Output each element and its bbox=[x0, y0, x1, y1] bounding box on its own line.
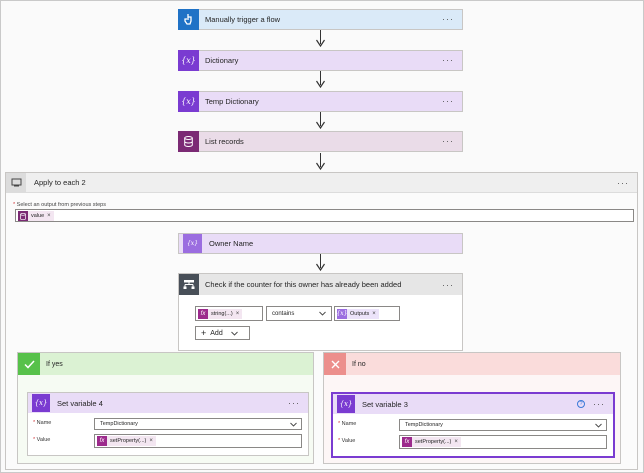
more-options-icon[interactable]: ··· bbox=[288, 398, 300, 408]
more-options-icon[interactable]: ··· bbox=[442, 137, 454, 146]
outputs-token[interactable]: {x} Outputs × bbox=[336, 308, 379, 319]
temp-dictionary-card[interactable]: {x} Temp Dictionary ··· bbox=[178, 90, 463, 112]
chevron-down-icon bbox=[595, 423, 602, 428]
setproperty-token[interactable]: fx setProperty(...) × bbox=[402, 437, 461, 447]
help-icon[interactable]: ? bbox=[577, 400, 585, 408]
connector-arrow bbox=[316, 153, 326, 171]
if-no-title: If no bbox=[352, 360, 366, 368]
remove-token-icon[interactable]: × bbox=[47, 213, 51, 219]
variable-icon: {x} bbox=[178, 90, 199, 112]
trigger-title: Manually trigger a flow bbox=[205, 15, 281, 24]
condition-header[interactable]: Check if the counter for this owner has … bbox=[179, 274, 462, 295]
if-yes-title: If yes bbox=[46, 360, 63, 368]
add-label: Add bbox=[210, 329, 223, 337]
condition-left-input[interactable]: fx string(...) × bbox=[195, 306, 263, 321]
checkmark-icon bbox=[18, 353, 40, 375]
more-options-icon[interactable]: ··· bbox=[442, 97, 454, 106]
close-icon bbox=[324, 353, 346, 375]
operator-dropdown[interactable]: contains bbox=[266, 306, 332, 321]
value-input[interactable]: fx setProperty(...) × bbox=[94, 434, 302, 448]
set-variable-3-title: Set variable 3 bbox=[362, 399, 408, 409]
owner-name-card[interactable]: {x} Owner Name bbox=[178, 233, 463, 254]
list-records-title: List records bbox=[205, 137, 244, 146]
more-options-icon[interactable]: ··· bbox=[617, 178, 629, 188]
set-variable-4-title: Set variable 4 bbox=[57, 398, 103, 408]
remove-token-icon[interactable]: × bbox=[372, 311, 376, 317]
connector-arrow bbox=[316, 254, 326, 272]
apply-to-each-title: Apply to each 2 bbox=[34, 178, 86, 187]
variable-icon: {x} bbox=[178, 49, 199, 71]
condition-right-input[interactable]: {x} Outputs × bbox=[334, 306, 400, 321]
dictionary-title: Dictionary bbox=[205, 56, 239, 65]
name-value: TempDictionary bbox=[100, 421, 138, 427]
if-yes-branch: If yes {x} Set variable 4 ··· * Name Tem… bbox=[17, 352, 314, 464]
if-no-branch: If no {x} Set variable 3 ? ··· * Name Te… bbox=[323, 352, 621, 464]
chevron-down-icon bbox=[290, 422, 297, 427]
outputs-token-label: Outputs bbox=[350, 310, 370, 317]
set-variable-3-card: {x} Set variable 3 ? ··· * Name TempDict… bbox=[331, 392, 615, 458]
loop-icon bbox=[6, 173, 26, 192]
dictionary-card[interactable]: {x} Dictionary ··· bbox=[178, 49, 463, 71]
trigger-card[interactable]: Manually trigger a flow ··· bbox=[178, 8, 463, 30]
more-options-icon[interactable]: ··· bbox=[442, 56, 454, 65]
set-variable-3-header[interactable]: {x} Set variable 3 ? ··· bbox=[333, 394, 613, 414]
string-token-label: string(...) bbox=[211, 310, 233, 317]
remove-token-icon[interactable]: × bbox=[454, 439, 458, 445]
plus-icon: + bbox=[201, 328, 207, 338]
list-records-card[interactable]: List records ··· bbox=[178, 130, 463, 152]
name-dropdown[interactable]: TempDictionary bbox=[399, 419, 607, 431]
apply-to-each-header[interactable]: Apply to each 2 ··· bbox=[6, 173, 637, 193]
function-icon: fx bbox=[402, 437, 412, 447]
flow-designer-canvas: Manually trigger a flow ··· {x} Dictiona… bbox=[0, 0, 644, 473]
connector-arrow bbox=[316, 71, 326, 89]
more-options-icon[interactable]: ··· bbox=[442, 280, 454, 290]
name-field-label: * Name bbox=[33, 420, 52, 426]
setproperty-token-label: setProperty(...) bbox=[110, 438, 147, 444]
more-options-icon[interactable]: ··· bbox=[442, 15, 454, 24]
condition-icon bbox=[179, 274, 199, 295]
add-condition-button[interactable]: + Add bbox=[195, 326, 250, 340]
string-token[interactable]: fx string(...) × bbox=[198, 308, 243, 319]
variable-icon: {x} bbox=[336, 308, 348, 319]
database-icon bbox=[18, 211, 28, 221]
setproperty-token-label: setProperty(...) bbox=[415, 439, 452, 445]
owner-name-title: Owner Name bbox=[209, 239, 254, 248]
variable-icon: {x} bbox=[337, 395, 355, 413]
database-icon bbox=[178, 130, 199, 152]
value-field-label: * Value bbox=[338, 438, 356, 444]
select-output-label: * Select an output from previous steps bbox=[13, 202, 106, 208]
value-field-label: * Value bbox=[33, 437, 51, 443]
name-value: TempDictionary bbox=[405, 422, 443, 428]
hand-touch-icon bbox=[178, 8, 199, 30]
temp-dictionary-title: Temp Dictionary bbox=[205, 97, 259, 106]
value-input[interactable]: fx setProperty(...) × bbox=[399, 435, 607, 449]
function-icon: fx bbox=[198, 308, 208, 319]
chevron-down-icon bbox=[230, 331, 238, 336]
name-field-label: * Name bbox=[338, 421, 357, 427]
remove-token-icon[interactable]: × bbox=[149, 438, 153, 444]
set-variable-4-header[interactable]: {x} Set variable 4 ··· bbox=[28, 393, 308, 413]
value-token[interactable]: value × bbox=[18, 211, 54, 221]
connector-arrow bbox=[316, 30, 326, 48]
setproperty-token[interactable]: fx setProperty(...) × bbox=[97, 436, 156, 446]
select-output-input[interactable]: value × bbox=[15, 209, 634, 222]
operator-value: contains bbox=[272, 310, 295, 317]
if-yes-header[interactable]: If yes bbox=[18, 353, 313, 375]
set-variable-4-card: {x} Set variable 4 ··· * Name TempDictio… bbox=[27, 392, 309, 456]
variable-icon: {x} bbox=[32, 394, 50, 412]
if-no-header[interactable]: If no bbox=[324, 353, 620, 375]
value-token-label: value bbox=[31, 213, 45, 219]
chevron-down-icon bbox=[319, 311, 326, 316]
function-icon: fx bbox=[97, 436, 107, 446]
more-options-icon[interactable]: ··· bbox=[593, 399, 605, 409]
variable-icon: {x} bbox=[183, 234, 202, 253]
name-dropdown[interactable]: TempDictionary bbox=[94, 418, 302, 430]
condition-title: Check if the counter for this owner has … bbox=[205, 280, 402, 289]
connector-arrow bbox=[316, 112, 326, 130]
remove-token-icon[interactable]: × bbox=[236, 311, 240, 317]
